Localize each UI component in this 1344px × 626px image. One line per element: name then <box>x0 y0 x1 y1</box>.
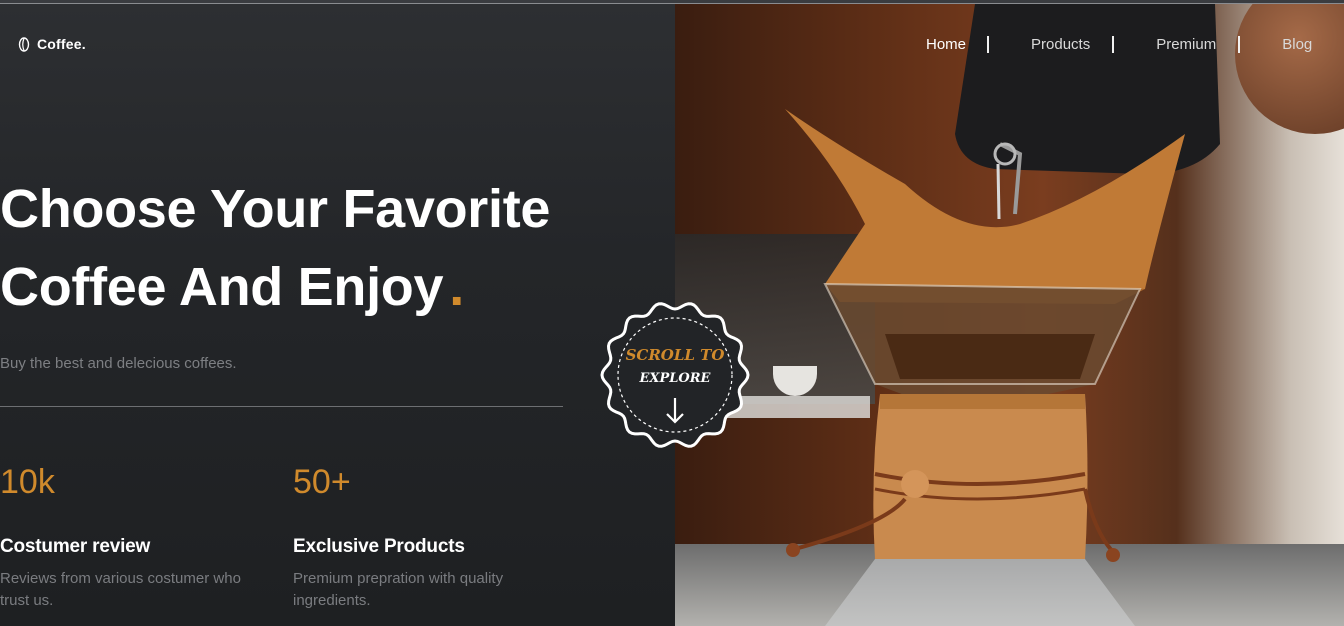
stat-description: Premium prepration with quality ingredie… <box>293 570 504 609</box>
hero-divider <box>0 406 563 407</box>
top-navigation: Coffee. Home Products Premium Blog <box>0 36 1344 56</box>
nav-link-blog[interactable]: Blog <box>1282 36 1312 53</box>
stat-label: Exclusive Products <box>293 536 465 557</box>
nav-divider <box>1238 36 1241 53</box>
hero-headline: Choose Your Favorite Coffee And Enjoy. <box>0 170 660 326</box>
nav-divider <box>987 36 990 53</box>
stat-label: Costumer review <box>0 536 151 557</box>
scroll-label-line-1: SCROLL TO <box>625 346 725 364</box>
arrow-down-icon <box>666 398 684 424</box>
headline-line-1: Choose Your Favorite <box>0 179 551 239</box>
stat-customer-review: 10k Costumer review Reviews from various… <box>0 460 280 612</box>
hero-subtitle: Buy the best and delecious coffees. <box>0 355 237 372</box>
nav-link-products[interactable]: Products <box>1031 36 1090 53</box>
logo-text: Coffee. <box>37 36 86 52</box>
logo[interactable]: Coffee. <box>18 36 86 52</box>
stat-value: 10k <box>0 463 55 501</box>
coffee-bean-icon <box>18 36 30 52</box>
nav-link-premium[interactable]: Premium <box>1156 36 1216 53</box>
headline-accent-dot: . <box>449 257 464 317</box>
hero-image <box>675 4 1344 626</box>
scroll-to-explore-button[interactable]: SCROLL TO EXPLORE <box>600 300 750 450</box>
nav-links: Home Products Premium Blog <box>900 36 1312 53</box>
scroll-label-line-2: EXPLORE <box>639 371 711 386</box>
stat-exclusive-products: 50+ Exclusive Products Premium prepratio… <box>293 460 573 612</box>
stat-value: 50+ <box>293 463 351 501</box>
headline-line-2: Coffee And Enjoy <box>0 257 444 317</box>
chemex-illustration <box>785 4 1220 626</box>
stat-description: Reviews from various costumer who trust … <box>0 570 241 609</box>
nav-link-home[interactable]: Home <box>926 36 966 53</box>
nav-divider <box>1112 36 1115 53</box>
